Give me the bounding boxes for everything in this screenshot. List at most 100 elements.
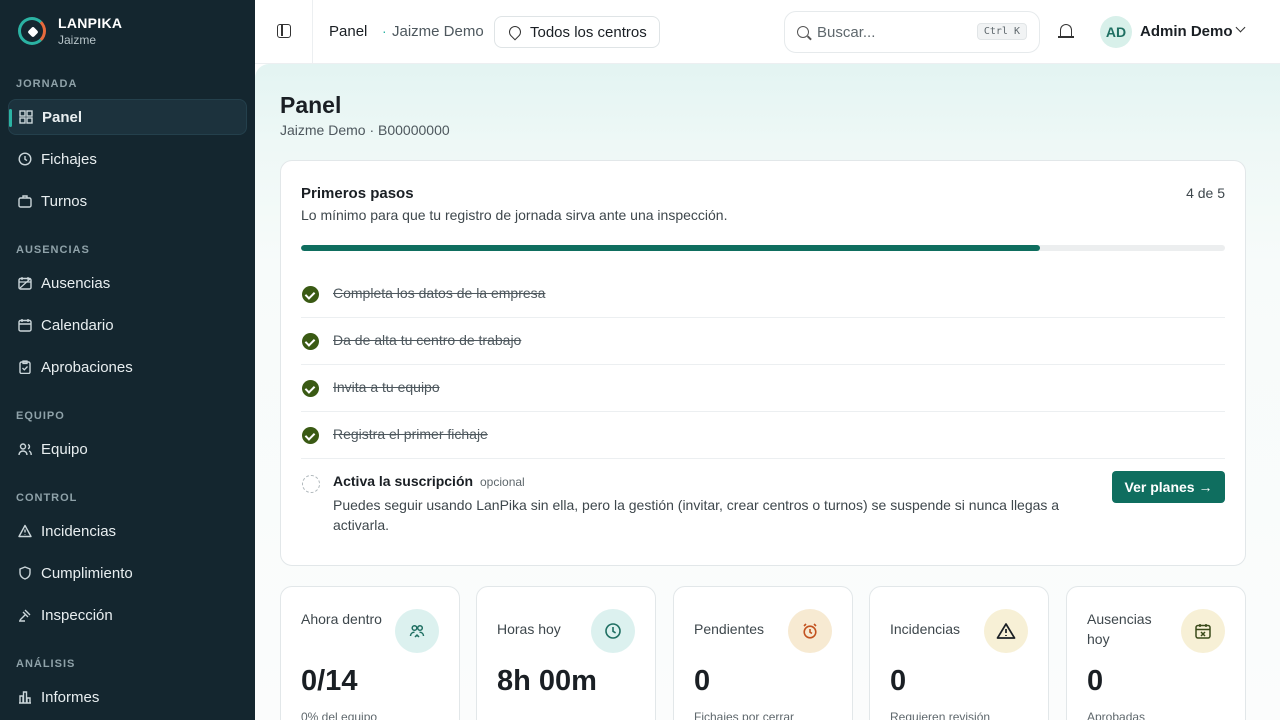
sidebar-toggle-icon[interactable] bbox=[277, 24, 291, 38]
scale-icon bbox=[18, 608, 32, 622]
page-subtitle: Jaizme Demo · B00000000 bbox=[280, 122, 450, 138]
sidebar-item-ausencias[interactable]: Ausencias bbox=[8, 265, 247, 301]
breadcrumb-separator: · bbox=[382, 23, 387, 39]
briefcase-icon bbox=[18, 194, 32, 208]
onboarding-step[interactable]: Registra el primer fichaje bbox=[301, 412, 1225, 459]
user-menu-name[interactable]: Admin Demo bbox=[1140, 23, 1233, 40]
stat-card-absences-today[interactable]: Ausencias hoy 0 Aprobadas bbox=[1066, 586, 1246, 720]
stat-sub: 0% del equipo bbox=[301, 710, 378, 720]
sidebar-item-panel[interactable]: Panel bbox=[8, 99, 247, 135]
onboarding-card: Primeros pasos Lo mínimo para que tu reg… bbox=[280, 160, 1246, 566]
sidebar-item-cumplimiento[interactable]: Cumplimiento bbox=[8, 555, 247, 591]
onboarding-step-label: Da de alta tu centro de trabajo bbox=[333, 332, 522, 348]
sidebar-item-label: Fichajes bbox=[41, 150, 97, 168]
map-pin-icon bbox=[506, 23, 524, 41]
sidebar-item-label: Cumplimiento bbox=[41, 564, 133, 582]
section-ausencias: AUSENCIAS bbox=[16, 244, 90, 256]
sidebar-item-label: Incidencias bbox=[41, 522, 117, 540]
stat-value: 8h 00m bbox=[497, 665, 597, 697]
sidebar-item-label: Panel bbox=[42, 108, 83, 126]
brand-company: Jaizme bbox=[58, 33, 97, 47]
section-equipo: EQUIPO bbox=[16, 410, 65, 422]
section-analisis: ANÁLISIS bbox=[16, 658, 76, 670]
sidebar-item-label: Equipo bbox=[41, 440, 88, 458]
topbar-divider bbox=[312, 0, 313, 64]
shield-icon bbox=[18, 566, 32, 580]
search-shortcut: Ctrl K bbox=[976, 23, 1027, 40]
stat-card-incidents[interactable]: Incidencias 0 Requieren revisión bbox=[869, 586, 1049, 720]
check-circle-icon bbox=[302, 380, 319, 397]
stat-label: Incidencias bbox=[890, 621, 961, 637]
calendar-icon bbox=[18, 318, 32, 332]
sidebar-item-inspeccion[interactable]: Inspección bbox=[8, 597, 247, 633]
grid-icon bbox=[19, 110, 33, 124]
stat-value: 0 bbox=[890, 665, 907, 697]
users-icon bbox=[18, 442, 32, 456]
centers-selector-label: Todos los centros bbox=[530, 23, 647, 41]
check-circle-icon bbox=[302, 333, 319, 350]
breadcrumb-company[interactable]: Jaizme Demo bbox=[392, 23, 484, 40]
calendar-off-icon bbox=[1181, 609, 1225, 653]
centers-selector[interactable]: Todos los centros bbox=[494, 16, 660, 48]
brand[interactable]: LANPIKA Jaizme bbox=[18, 14, 122, 48]
stat-card-hours-today[interactable]: Horas hoy 8h 00m bbox=[476, 586, 656, 720]
onboarding-step[interactable]: Completa los datos de la empresa bbox=[301, 271, 1225, 318]
bell-icon[interactable] bbox=[1058, 24, 1074, 38]
sidebar: LANPIKA Jaizme JORNADA Panel Fichajes Tu… bbox=[0, 0, 255, 720]
pending-step-title: Activa la suscripción bbox=[333, 473, 474, 489]
calendar-off-icon bbox=[18, 276, 32, 290]
page-title: Panel bbox=[280, 92, 342, 118]
stat-label: Horas hoy bbox=[497, 621, 561, 637]
lanpika-logo-icon bbox=[18, 17, 46, 45]
stat-value: 0/14 bbox=[301, 665, 358, 697]
onboarding-description: Lo mínimo para que tu registro de jornad… bbox=[301, 207, 728, 223]
onboarding-step-label: Invita a tu equipo bbox=[333, 379, 440, 395]
sidebar-item-calendario[interactable]: Calendario bbox=[8, 307, 247, 343]
check-circle-icon bbox=[302, 427, 319, 444]
bar-chart-icon bbox=[18, 690, 32, 704]
stat-card-pending[interactable]: Pendientes 0 Fichajes por cerrar bbox=[673, 586, 853, 720]
onboarding-step[interactable]: Invita a tu equipo bbox=[301, 365, 1225, 412]
chevron-down-icon[interactable] bbox=[1235, 22, 1246, 33]
onboarding-count: 4 de 5 bbox=[1186, 185, 1225, 201]
search-input[interactable]: Buscar... Ctrl K bbox=[784, 11, 1040, 53]
sidebar-item-turnos[interactable]: Turnos bbox=[8, 183, 247, 219]
sidebar-item-label: Calendario bbox=[41, 316, 114, 334]
sidebar-item-label: Aprobaciones bbox=[41, 358, 133, 376]
stat-label: Pendientes bbox=[694, 621, 765, 637]
alert-triangle-icon bbox=[18, 524, 32, 538]
sidebar-item-label: Ausencias bbox=[41, 274, 111, 292]
pending-step-description: Puedes seguir usando LanPika sin ella, p… bbox=[333, 497, 1060, 533]
search-icon bbox=[797, 26, 809, 38]
stat-sub: Requieren revisión bbox=[890, 710, 991, 720]
brand-name: LANPIKA bbox=[58, 15, 123, 31]
sidebar-item-fichajes[interactable]: Fichajes bbox=[8, 141, 247, 177]
search-placeholder: Buscar... bbox=[817, 23, 876, 41]
onboarding-step-label: Completa los datos de la empresa bbox=[333, 285, 546, 301]
onboarding-step-pending: Activa la suscripción opcional Puedes se… bbox=[301, 471, 1225, 551]
stat-card-now-inside[interactable]: Ahora dentro 0/14 0% del equipo bbox=[280, 586, 460, 720]
check-circle-icon bbox=[302, 286, 319, 303]
view-plans-button[interactable]: Ver planes → bbox=[1112, 471, 1225, 503]
pending-circle-icon bbox=[302, 475, 320, 493]
onboarding-progress bbox=[301, 245, 1225, 251]
breadcrumb-current: Panel bbox=[329, 23, 368, 40]
clock-icon bbox=[591, 609, 635, 653]
stat-sub: Aprobadas bbox=[1087, 710, 1146, 720]
onboarding-step[interactable]: Da de alta tu centro de trabajo bbox=[301, 318, 1225, 365]
sidebar-item-incidencias[interactable]: Incidencias bbox=[8, 513, 247, 549]
alarm-clock-icon bbox=[788, 609, 832, 653]
sidebar-item-informes[interactable]: Informes bbox=[8, 679, 247, 715]
sidebar-item-label: Informes bbox=[41, 688, 100, 706]
topbar: Panel · Jaizme Demo Todos los centros Bu… bbox=[255, 0, 1280, 64]
avatar[interactable]: AD bbox=[1100, 16, 1132, 48]
sidebar-item-label: Inspección bbox=[41, 606, 113, 624]
clipboard-check-icon bbox=[18, 360, 32, 375]
stat-value: 0 bbox=[1087, 665, 1104, 697]
clock-icon bbox=[18, 152, 32, 166]
sidebar-item-label: Turnos bbox=[41, 192, 88, 210]
onboarding-title: Primeros pasos bbox=[301, 185, 414, 202]
sidebar-item-equipo[interactable]: Equipo bbox=[8, 431, 247, 467]
optional-tag: opcional bbox=[480, 475, 525, 489]
sidebar-item-aprobaciones[interactable]: Aprobaciones bbox=[8, 349, 247, 385]
